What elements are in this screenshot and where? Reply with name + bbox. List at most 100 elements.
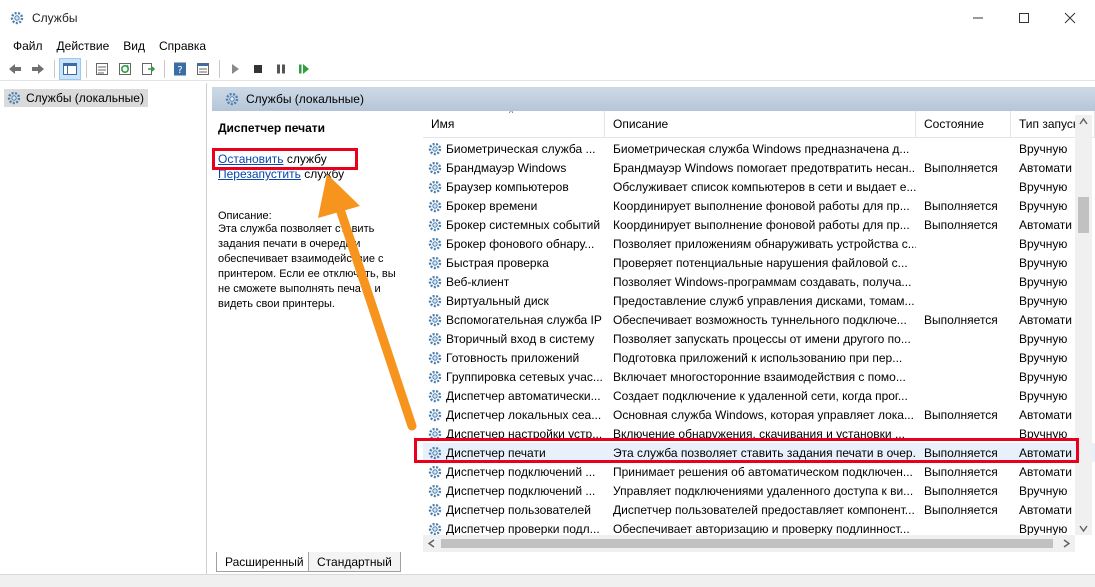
stop-service-button[interactable]	[247, 58, 269, 80]
console-icon	[96, 62, 108, 75]
menu-help[interactable]: Справка	[152, 39, 213, 53]
service-name-cell: Брокер системных событий	[423, 217, 605, 233]
start-service-button[interactable]	[224, 58, 246, 80]
help-button[interactable]: ?	[169, 58, 191, 80]
service-row[interactable]: Биометрическая служба ... Биометрическая…	[423, 139, 1095, 158]
sort-ascending-icon: ^	[509, 111, 514, 118]
service-gear-icon	[428, 199, 442, 212]
pause-icon	[277, 64, 285, 73]
service-name: Готовность приложений	[446, 350, 580, 365]
view-tabs: Расширенный Стандартный	[212, 552, 1095, 574]
service-state: Выполняется	[924, 198, 998, 213]
scroll-up-icon[interactable]	[1079, 117, 1088, 126]
menu-action[interactable]: Действие	[50, 39, 117, 53]
service-name-cell: Диспетчер пользователей	[423, 502, 605, 518]
service-row[interactable]: Диспетчер пользователей Диспетчер пользо…	[423, 500, 1095, 519]
service-description: Брандмауэр Windows помогает предотвратит…	[613, 160, 916, 175]
service-row[interactable]: Вторичный вход в систему Позволяет запус…	[423, 329, 1095, 348]
back-icon	[9, 63, 21, 74]
description-text: Эта служба позволяет ставить задания печ…	[218, 223, 396, 310]
show-tree-icon	[63, 62, 77, 75]
service-description: Координирует выполнение фоновой работы д…	[613, 198, 910, 213]
horizontal-scrollbar[interactable]	[423, 535, 1075, 552]
pause-service-button[interactable]	[270, 58, 292, 80]
service-row[interactable]: Группировка сетевых учас... Включает мно…	[423, 367, 1095, 386]
horizontal-scroll-thumb[interactable]	[441, 539, 1053, 548]
service-row[interactable]: Вспомогательная служба IP Обеспечивает в…	[423, 310, 1095, 329]
close-button[interactable]	[1047, 0, 1093, 36]
services-gear-icon	[10, 11, 24, 25]
toolbar: ?	[0, 57, 1095, 81]
console-button[interactable]	[91, 58, 113, 80]
service-name: Виртуальный диск	[446, 293, 549, 308]
menu-bar: Файл Действие Вид Справка	[0, 36, 1095, 56]
rows-container: Биометрическая служба ... Биометрическая…	[423, 139, 1095, 538]
service-state: Выполняется	[924, 502, 998, 517]
column-header-state[interactable]: Состояние	[916, 111, 1011, 137]
service-name-cell: Биометрическая служба ...	[423, 141, 605, 157]
vertical-scrollbar[interactable]	[1075, 115, 1092, 535]
service-row[interactable]: Диспетчер локальных сеа... Основная служ…	[423, 405, 1095, 424]
column-header-name[interactable]: ^ Имя	[423, 111, 605, 137]
service-row[interactable]: Диспетчер подключений ... Управляет подк…	[423, 481, 1095, 500]
service-row[interactable]: Диспетчер подключений ... Принимает реше…	[423, 462, 1095, 481]
column-header-description[interactable]: Описание	[605, 111, 916, 137]
forward-button[interactable]	[27, 58, 49, 80]
scroll-down-icon[interactable]	[1079, 524, 1088, 533]
tab-standard[interactable]: Стандартный	[308, 552, 401, 572]
service-row[interactable]: Брандмауэр Windows Брандмауэр Windows по…	[423, 158, 1095, 177]
play-icon	[232, 63, 239, 74]
service-gear-icon	[428, 332, 442, 345]
column-header-label: Имя	[431, 116, 455, 131]
vertical-scroll-thumb[interactable]	[1078, 197, 1089, 233]
maximize-icon	[1019, 13, 1029, 23]
service-row[interactable]: Брокер фонового обнару... Позволяет прил…	[423, 234, 1095, 253]
service-row[interactable]: Брокер системных событий Координирует вы…	[423, 215, 1095, 234]
export-button[interactable]	[137, 58, 159, 80]
service-gear-icon	[428, 294, 442, 307]
service-description: Обеспечивает авторизацию и проверку подл…	[613, 521, 910, 536]
service-row[interactable]: Готовность приложений Подготовка приложе…	[423, 348, 1095, 367]
scroll-right-icon[interactable]	[1062, 539, 1071, 548]
service-gear-icon	[428, 484, 442, 497]
back-button[interactable]	[4, 58, 26, 80]
minimize-button[interactable]	[955, 0, 1001, 36]
refresh-icon	[119, 62, 131, 75]
properties-button[interactable]	[192, 58, 214, 80]
maximize-button[interactable]	[1001, 0, 1047, 36]
service-description: Позволяет Windows-программам создавать, …	[613, 274, 912, 289]
description-pane: Диспетчер печати Остановить службу Перез…	[212, 111, 414, 550]
service-name-cell: Браузер компьютеров	[423, 179, 605, 195]
service-name: Диспетчер автоматически...	[446, 388, 601, 403]
service-row[interactable]: Диспетчер автоматически... Создает подкл…	[423, 386, 1095, 405]
menu-file[interactable]: Файл	[6, 39, 50, 53]
service-name-cell: Брокер времени	[423, 198, 605, 214]
restart-service-button[interactable]	[293, 58, 315, 80]
tree-item-local-services[interactable]: Службы (локальные)	[4, 89, 148, 107]
service-name-cell: Диспетчер подключений ...	[423, 464, 605, 480]
show-tree-button[interactable]	[59, 57, 81, 80]
service-state: Выполняется	[924, 217, 998, 232]
service-row[interactable]: Виртуальный диск Предоставление служб уп…	[423, 291, 1095, 310]
scroll-left-icon[interactable]	[427, 539, 436, 548]
properties-icon	[197, 62, 209, 75]
forward-icon	[32, 63, 44, 74]
menu-view[interactable]: Вид	[116, 39, 152, 53]
tab-extended[interactable]: Расширенный	[216, 552, 313, 572]
service-name: Биометрическая служба ...	[446, 141, 596, 156]
toolbar-separator	[219, 59, 220, 78]
service-row[interactable]: Веб-клиент Позволяет Windows-программам …	[423, 272, 1095, 291]
service-gear-icon	[428, 370, 442, 383]
service-row[interactable]: Брокер времени Координирует выполнение ф…	[423, 196, 1095, 215]
service-gear-icon	[428, 503, 442, 516]
service-name-cell: Группировка сетевых учас...	[423, 369, 605, 385]
service-name-cell: Вторичный вход в систему	[423, 331, 605, 347]
service-name-cell: Диспетчер локальных сеа...	[423, 407, 605, 423]
refresh-button[interactable]	[114, 58, 136, 80]
service-row[interactable]: Браузер компьютеров Обслуживает список к…	[423, 177, 1095, 196]
service-name: Группировка сетевых учас...	[446, 369, 603, 384]
column-header-label: Описание	[613, 116, 669, 131]
export-icon	[142, 62, 156, 75]
services-list: ^ Имя Описание Состояние Тип запуска Био…	[423, 111, 1095, 550]
service-row[interactable]: Быстрая проверка Проверяет потенциальные…	[423, 253, 1095, 272]
